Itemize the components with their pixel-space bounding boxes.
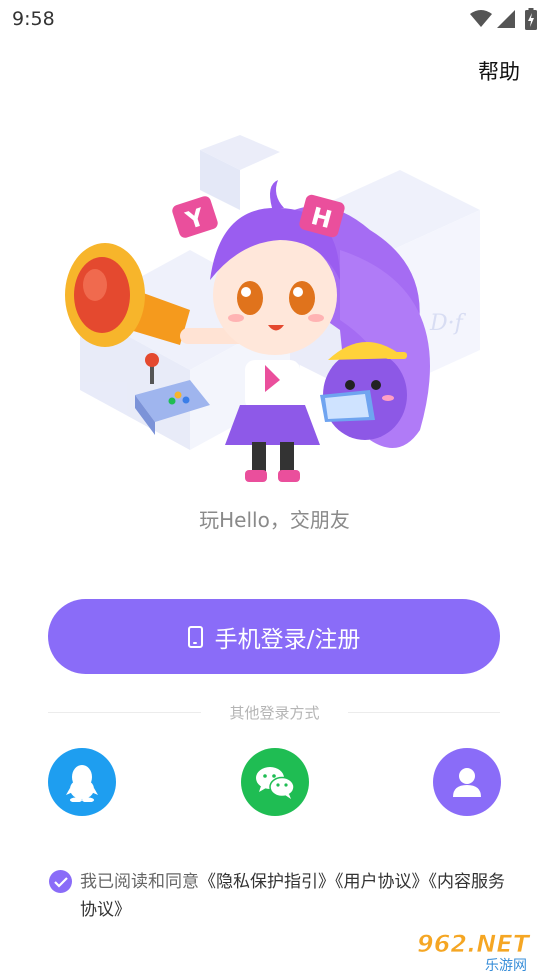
battery-icon xyxy=(525,8,537,30)
qq-penguin-icon xyxy=(66,765,98,802)
other-login-label: 其他登录方式 xyxy=(229,704,320,722)
check-icon xyxy=(53,876,68,888)
user-agreement-link[interactable]: 《用户协议》 xyxy=(335,872,429,892)
badge-text: D·f xyxy=(429,311,467,336)
agreement-prefix: 我已阅读和同意 xyxy=(80,872,199,892)
status-time: 9:58 xyxy=(12,8,55,30)
privacy-policy-link[interactable]: 《隐私保护指引》 xyxy=(199,872,335,892)
qq-login-button[interactable] xyxy=(48,748,116,816)
agreement-text: 我已阅读和同意《隐私保护指引》《用户协议》《内容服务协议》 xyxy=(80,868,520,924)
wifi-icon xyxy=(470,10,492,27)
wechat-login-button[interactable] xyxy=(241,748,309,816)
purple-blob-creature xyxy=(320,341,407,440)
hair-clip-left: Y xyxy=(172,196,218,238)
user-icon xyxy=(453,768,481,797)
help-link[interactable]: 帮助 xyxy=(478,56,520,86)
wechat-icon xyxy=(256,767,295,799)
svg-text:乐游网: 乐游网 xyxy=(485,958,527,972)
site-watermark: 962.NET 乐游网 xyxy=(417,930,531,972)
account-login-button[interactable] xyxy=(433,748,501,816)
status-bar: 9:58 xyxy=(0,0,549,38)
signal-icon xyxy=(497,10,515,28)
agreement-checkbox[interactable] xyxy=(49,870,72,893)
mascot-illustration: D·f Y H xyxy=(65,135,480,482)
slogan: 玩Hello，交朋友 xyxy=(199,508,350,532)
phone-icon xyxy=(187,625,203,648)
phone-login-label: 手机登录/注册 xyxy=(214,626,361,653)
svg-text:962.NET: 962.NET xyxy=(417,930,531,958)
phone-login-button[interactable]: 手机登录/注册 xyxy=(48,599,500,674)
